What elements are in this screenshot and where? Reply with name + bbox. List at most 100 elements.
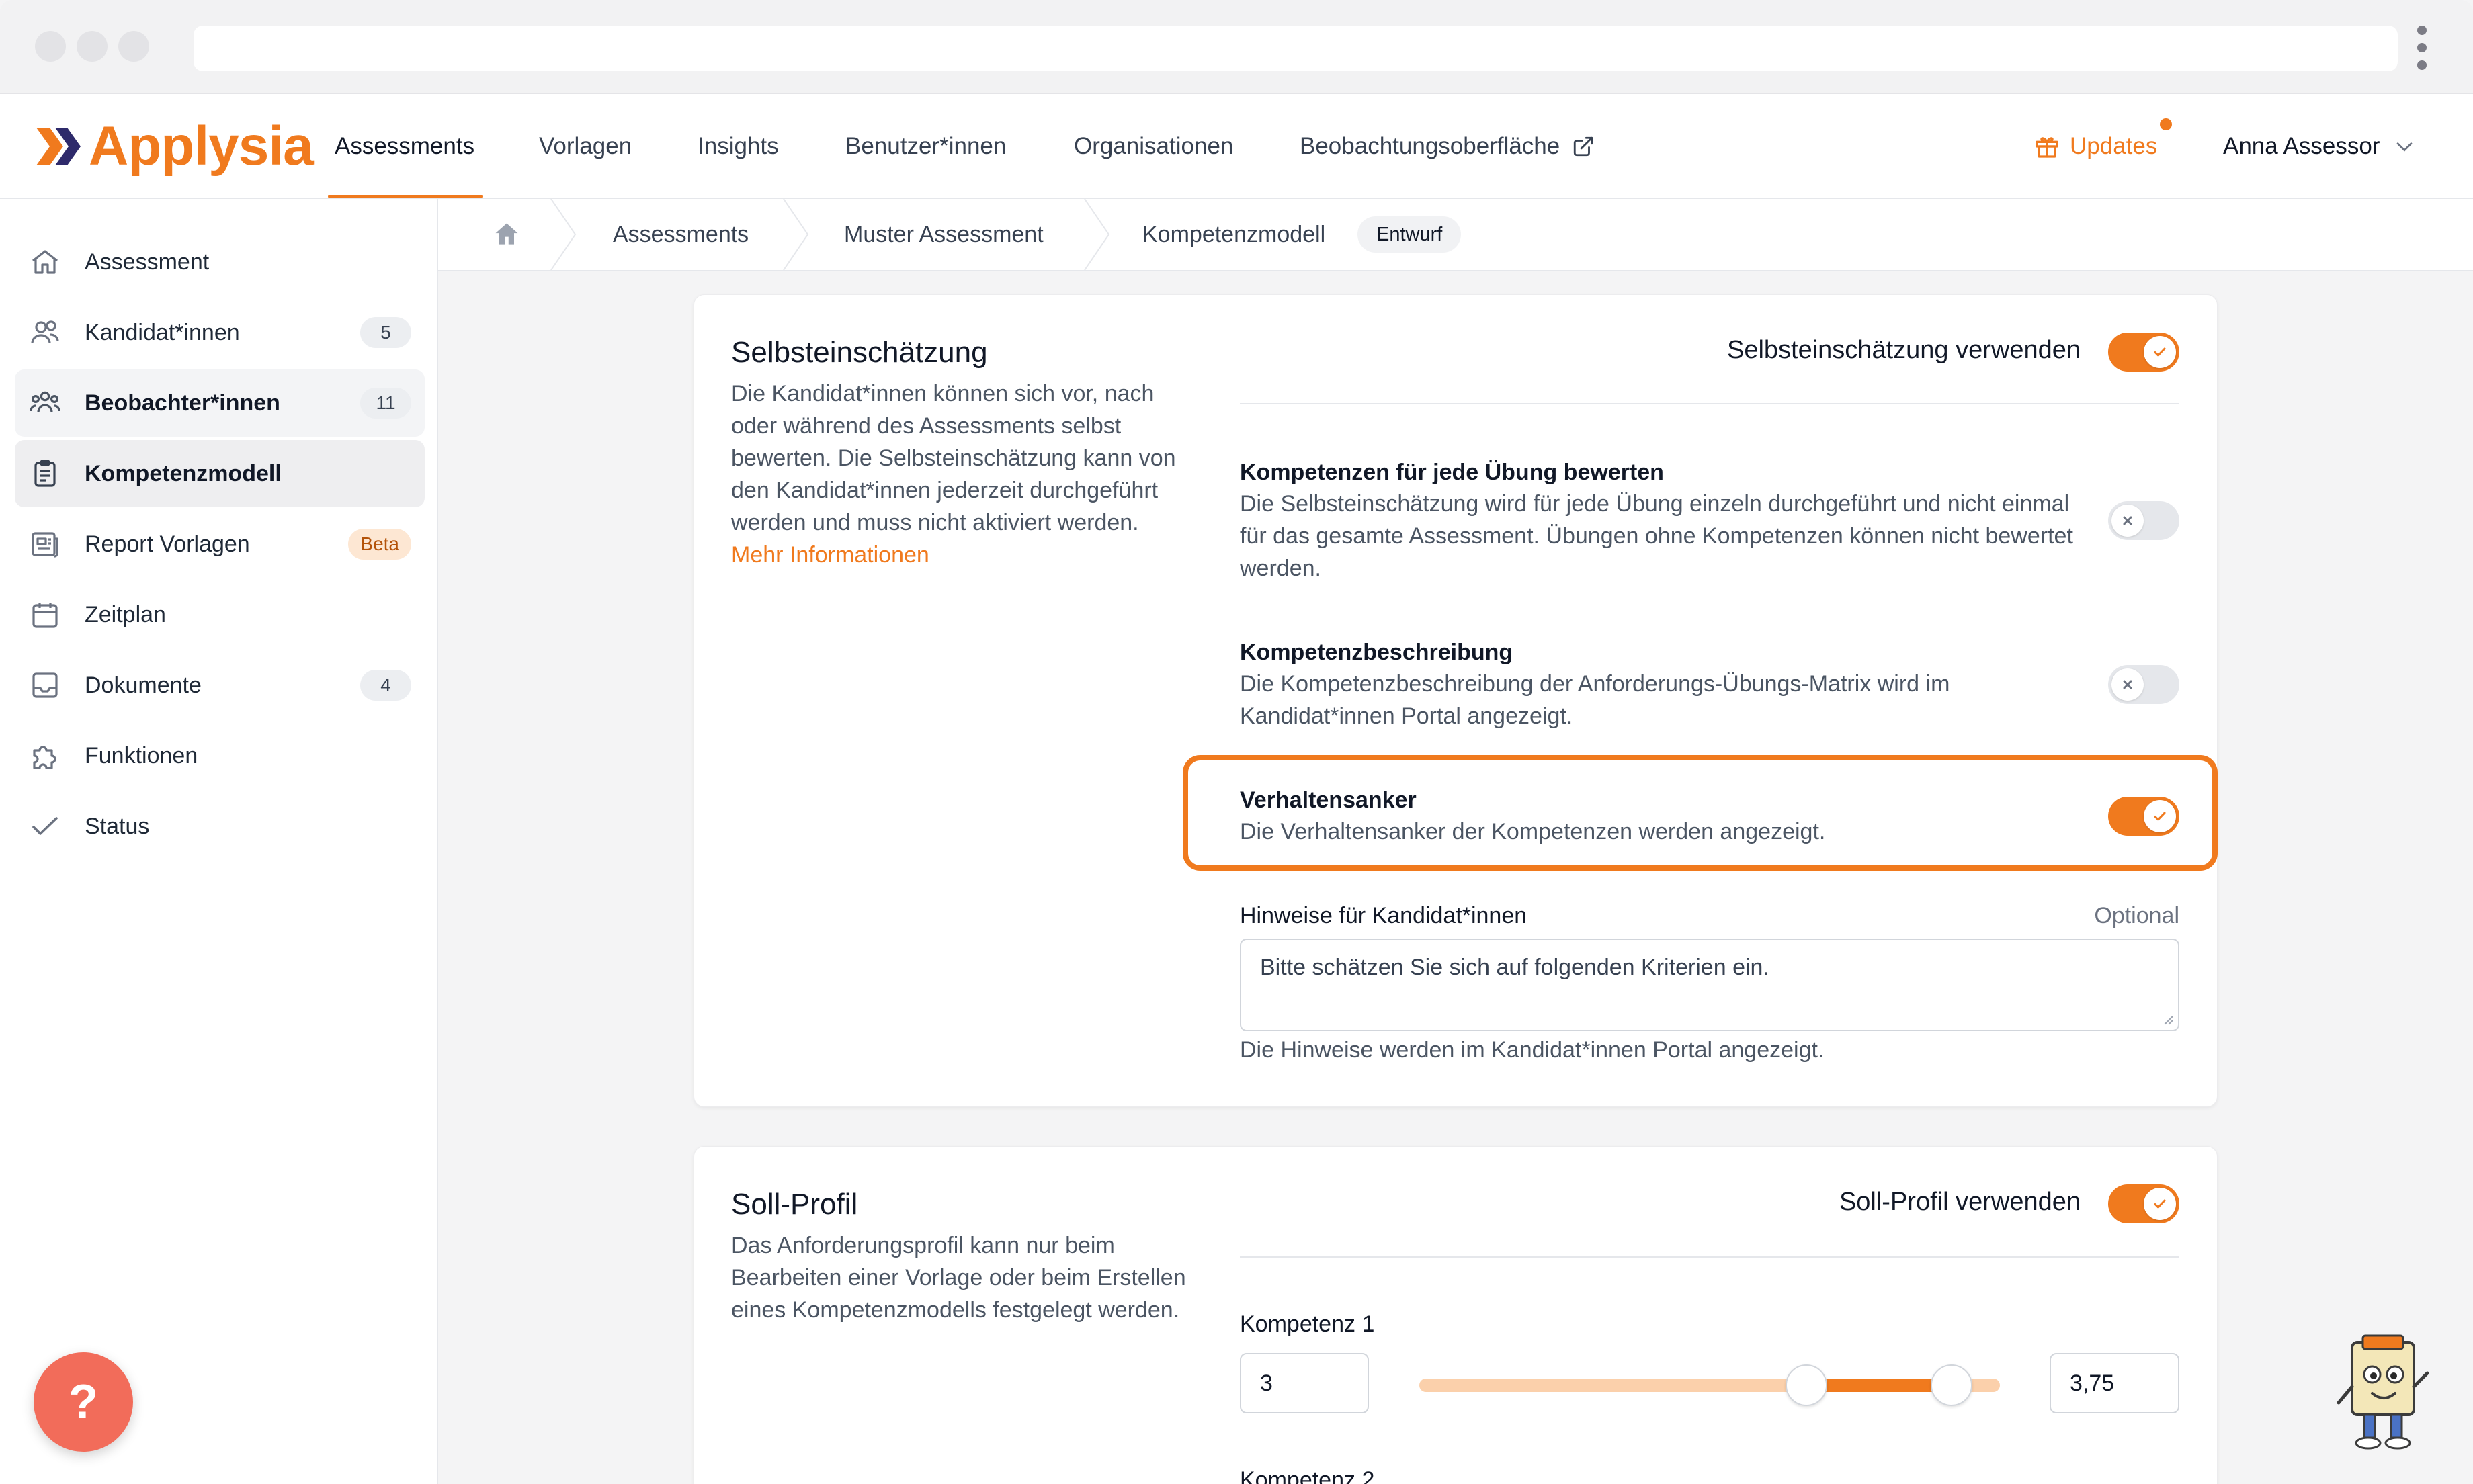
range-slider-min-handle[interactable] xyxy=(1786,1364,1827,1406)
optional-label: Optional xyxy=(2094,903,2179,928)
users-icon xyxy=(28,316,62,349)
breadcrumb-separator xyxy=(1084,199,1110,270)
top-navigation: Applysia Assessments Vorlagen Insights B… xyxy=(0,94,2473,199)
sidebar-item-status[interactable]: Status xyxy=(15,793,425,860)
sidebar-item-label: Beobachter*innen xyxy=(85,390,280,416)
range-slider-max-handle[interactable] xyxy=(1931,1364,1972,1406)
sidebar-item-label: Funktionen xyxy=(85,742,198,769)
window-minimize-dot[interactable] xyxy=(77,31,108,62)
updates-button[interactable]: Updates xyxy=(2034,94,2157,199)
home-icon xyxy=(28,245,62,279)
chevron-down-icon xyxy=(2397,142,2413,152)
breadcrumb-item[interactable]: Muster Assessment xyxy=(844,199,1044,270)
count-badge: 4 xyxy=(360,670,411,701)
competency-label: Kompetenz 2 xyxy=(1240,1467,1375,1484)
user-name: Anna Assessor xyxy=(2223,133,2380,159)
sidebar-item-label: Dokumente xyxy=(85,672,202,698)
puzzle-icon xyxy=(28,739,62,773)
toggle-x-icon xyxy=(2111,505,2144,537)
logo-chevrons-icon xyxy=(36,128,81,165)
sidebar-item-kandidaten[interactable]: Kandidat*innen 5 xyxy=(15,299,425,366)
breadcrumb-home[interactable] xyxy=(492,199,521,270)
sidebar-item-label: Report Vorlagen xyxy=(85,531,250,557)
sidebar-item-beobachter[interactable]: Beobachter*innen 11 xyxy=(15,369,425,437)
section-title: Selbsteinschätzung xyxy=(731,336,988,369)
home-icon xyxy=(495,223,518,245)
sidebar-item-kompetenzmodell[interactable]: Kompetenzmodell xyxy=(15,440,425,507)
count-badge: 11 xyxy=(360,388,411,419)
option-description: Die Selbsteinschätzung wird für jede Übu… xyxy=(1240,491,2073,581)
sidebar-item-dokumente[interactable]: Dokumente 4 xyxy=(15,652,425,719)
active-tab-indicator xyxy=(328,195,483,198)
help-button[interactable]: ? xyxy=(34,1352,133,1452)
inbox-icon xyxy=(28,668,62,702)
hints-label: Hinweise für Kandidat*innen xyxy=(1240,903,1527,928)
description-text: Die Kandidat*innen können sich vor, nach… xyxy=(731,381,1176,535)
calendar-icon xyxy=(28,598,62,631)
sidebar-item-label: Kompetenzmodell xyxy=(85,460,282,486)
section-title: Soll-Profil xyxy=(731,1188,858,1221)
nav-insights[interactable]: Insights xyxy=(698,94,779,199)
more-info-link[interactable]: Mehr Informationen xyxy=(731,542,929,568)
window-maximize-dot[interactable] xyxy=(118,31,149,62)
range-slider-track[interactable] xyxy=(1419,1379,2000,1392)
hints-value: Bitte schätzen Sie sich auf folgenden Kr… xyxy=(1260,955,1769,980)
use-target-profile-toggle[interactable] xyxy=(2108,1184,2179,1223)
mascot-assistant-icon[interactable] xyxy=(2329,1333,2437,1452)
browser-toolbar xyxy=(0,0,2473,94)
gift-icon xyxy=(2036,137,2058,158)
divider xyxy=(1240,1256,2179,1258)
address-bar[interactable] xyxy=(194,26,2398,71)
toggle-check-icon xyxy=(2144,1188,2176,1220)
status-badge: Entwurf xyxy=(1357,216,1462,253)
resize-grip-icon[interactable] xyxy=(2161,1012,2174,1026)
toggle-x-icon xyxy=(2111,668,2144,701)
sidebar-item-assessment[interactable]: Assessment xyxy=(15,228,425,296)
use-self-assessment-toggle[interactable] xyxy=(2108,333,2179,372)
breadcrumb-item[interactable]: Kompetenzmodell xyxy=(1142,199,1325,270)
updates-notification-dot xyxy=(2160,118,2172,130)
sidebar-item-funktionen[interactable]: Funktionen xyxy=(15,722,425,789)
competency-max-input[interactable]: 3,75 xyxy=(2050,1353,2179,1413)
competency-min-input[interactable]: 3 xyxy=(1240,1353,1369,1413)
option-title: Kompetenzen für jede Übung bewerten xyxy=(1240,460,1664,485)
competency-label: Kompetenz 1 xyxy=(1240,1311,1375,1337)
app-logo[interactable]: Applysia xyxy=(36,114,314,179)
divider xyxy=(1240,403,2179,404)
range-slider-fill xyxy=(1806,1379,1952,1392)
use-self-assessment-label: Selbsteinschätzung verwenden xyxy=(1726,336,2081,364)
user-menu[interactable]: Anna Assessor xyxy=(2223,94,2416,199)
behavior-anchor-toggle[interactable] xyxy=(2108,797,2179,836)
nav-vorlagen[interactable]: Vorlagen xyxy=(539,94,632,199)
logo-text: Applysia xyxy=(89,116,314,177)
option-description: Die Verhaltensanker der Kompetenzen werd… xyxy=(1240,819,1826,844)
section-description: Die Kandidat*innen können sich vor, nach… xyxy=(731,378,1195,571)
sidebar-item-zeitplan[interactable]: Zeitplan xyxy=(15,581,425,648)
check-icon xyxy=(28,810,62,843)
nav-assessments[interactable]: Assessments xyxy=(335,94,474,199)
count-badge: 5 xyxy=(360,317,411,348)
option-title: Kompetenzbeschreibung xyxy=(1240,640,1513,665)
toggle-check-icon xyxy=(2144,336,2176,368)
sidebar: Assessment Kandidat*innen 5 Beobachter*i… xyxy=(0,199,438,1484)
hints-textarea[interactable]: Bitte schätzen Sie sich auf folgenden Kr… xyxy=(1240,939,2179,1031)
breadcrumb-item[interactable]: Assessments xyxy=(613,199,749,270)
option-title: Verhaltensanker xyxy=(1240,787,1417,813)
browser-menu-icon[interactable] xyxy=(2415,26,2429,70)
report-icon xyxy=(28,527,62,561)
group-icon xyxy=(28,386,62,420)
sidebar-item-report-vorlagen[interactable]: Report Vorlagen Beta xyxy=(15,511,425,578)
toggle-check-icon xyxy=(2144,800,2176,832)
nav-organisationen[interactable]: Organisationen xyxy=(1074,94,1233,199)
external-link-icon xyxy=(1574,136,1593,157)
sidebar-item-label: Assessment xyxy=(85,249,210,275)
nav-benutzer[interactable]: Benutzer*innen xyxy=(845,94,1006,199)
breadcrumb-separator xyxy=(783,199,809,270)
sidebar-item-label: Status xyxy=(85,813,150,839)
competency-description-toggle[interactable] xyxy=(2108,665,2179,704)
sidebar-item-label: Zeitplan xyxy=(85,601,166,627)
clipboard-icon xyxy=(28,457,62,490)
nav-beobachtungsoberflaeche[interactable]: Beobachtungsoberfläche xyxy=(1300,94,1595,199)
window-close-dot[interactable] xyxy=(35,31,66,62)
rate-per-exercise-toggle[interactable] xyxy=(2108,501,2179,540)
